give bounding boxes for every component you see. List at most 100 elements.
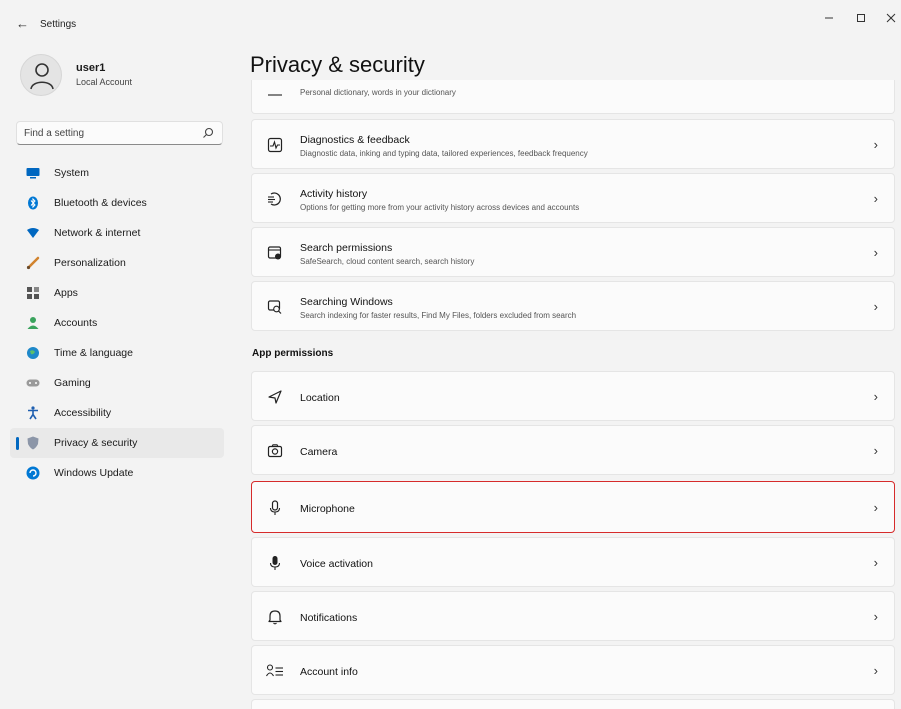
chevron-right-icon: › bbox=[873, 191, 878, 206]
card-notifications[interactable]: Notifications › bbox=[251, 591, 895, 641]
search-input[interactable]: Find a setting bbox=[16, 121, 223, 145]
card-camera[interactable]: Camera › bbox=[251, 425, 895, 475]
sidebar-item-label: Privacy & security bbox=[54, 437, 138, 449]
card-title: Activity history bbox=[300, 188, 368, 200]
globe-icon bbox=[26, 346, 40, 360]
voice-activation-icon bbox=[266, 554, 284, 572]
card-title: Searching Windows bbox=[300, 296, 393, 308]
card-search-permissions[interactable]: Search permissions SafeSearch, cloud con… bbox=[251, 227, 895, 277]
wifi-icon bbox=[26, 226, 40, 240]
chevron-right-icon: › bbox=[873, 555, 878, 570]
sidebar-item-system[interactable]: System bbox=[10, 158, 224, 188]
sidebar-item-personalization[interactable]: Personalization bbox=[10, 248, 224, 278]
searching-windows-icon bbox=[266, 298, 284, 316]
user-name: user1 bbox=[76, 62, 106, 74]
sidebar-item-apps[interactable]: Apps bbox=[10, 278, 224, 308]
chevron-right-icon: › bbox=[873, 663, 878, 678]
card-location[interactable]: Location › bbox=[251, 371, 895, 421]
sidebar-item-label: Network & internet bbox=[54, 227, 141, 239]
search-placeholder: Find a setting bbox=[24, 128, 85, 139]
card-title: Account info bbox=[300, 666, 358, 678]
sidebar-item-privacy-security[interactable]: Privacy & security bbox=[10, 428, 224, 458]
microphone-icon bbox=[266, 499, 284, 517]
avatar[interactable] bbox=[20, 54, 62, 96]
chevron-right-icon: › bbox=[873, 137, 878, 152]
location-icon bbox=[266, 388, 284, 406]
card-subtitle: Search indexing for faster results, Find… bbox=[300, 311, 577, 320]
card-title: Search permissions bbox=[300, 242, 393, 254]
card-subtitle: SafeSearch, cloud content search, search… bbox=[300, 257, 475, 266]
close-icon bbox=[886, 13, 896, 23]
account-info-icon bbox=[266, 662, 284, 680]
title-bar: ← Settings bbox=[6, 8, 901, 40]
maximize-button[interactable] bbox=[846, 12, 876, 32]
apps-icon bbox=[26, 286, 40, 300]
active-indicator bbox=[16, 437, 19, 450]
chevron-right-icon: › bbox=[873, 500, 878, 515]
sidebar-item-label: Windows Update bbox=[54, 467, 134, 479]
sidebar-item-label: Accounts bbox=[54, 317, 98, 329]
sidebar-item-network[interactable]: Network & internet bbox=[10, 218, 224, 248]
bluetooth-icon bbox=[26, 196, 40, 210]
close-button[interactable] bbox=[876, 12, 901, 32]
sidebar-item-label: Time & language bbox=[54, 347, 133, 359]
sidebar-item-label: Bluetooth & devices bbox=[54, 197, 147, 209]
sidebar-item-gaming[interactable]: Gaming bbox=[10, 368, 224, 398]
update-icon bbox=[26, 466, 40, 480]
card-account-info[interactable]: Account info › bbox=[251, 645, 895, 695]
card-activity-history[interactable]: Activity history Options for getting mor… bbox=[251, 173, 895, 223]
activity-history-icon bbox=[266, 190, 284, 208]
settings-window: ← Settings user1 Local Account Find a se… bbox=[6, 8, 901, 709]
shield-icon bbox=[26, 436, 40, 450]
chevron-right-icon: › bbox=[873, 389, 878, 404]
window-title: Settings bbox=[40, 19, 77, 30]
dictionary-icon bbox=[266, 86, 284, 104]
card-subtitle: Options for getting more from your activ… bbox=[300, 203, 580, 212]
camera-icon bbox=[266, 442, 284, 460]
section-header-app-permissions: App permissions bbox=[252, 348, 334, 359]
chevron-right-icon: › bbox=[873, 299, 878, 314]
maximize-icon bbox=[857, 14, 865, 22]
chevron-right-icon: › bbox=[873, 609, 878, 624]
sidebar: user1 Local Account Find a setting Syste… bbox=[6, 40, 231, 709]
sidebar-item-accessibility[interactable]: Accessibility bbox=[10, 398, 224, 428]
partial-card-next[interactable] bbox=[251, 699, 895, 709]
card-title: Microphone bbox=[300, 503, 355, 515]
sidebar-item-label: System bbox=[54, 167, 90, 179]
card-title: Notifications bbox=[300, 612, 358, 624]
card-subtitle: Diagnostic data, inking and typing data,… bbox=[300, 149, 588, 158]
page-title: Privacy & security bbox=[250, 52, 425, 77]
sidebar-item-label: Personalization bbox=[54, 257, 126, 269]
sidebar-nav: System Bluetooth & devices Network & int… bbox=[6, 158, 231, 488]
sidebar-item-label: Accessibility bbox=[54, 407, 112, 419]
controller-icon bbox=[26, 376, 40, 390]
search-permissions-icon bbox=[266, 244, 284, 262]
main-content: Privacy & security Personal dictionary, … bbox=[246, 40, 901, 709]
user-icon bbox=[30, 63, 54, 90]
minimize-button[interactable] bbox=[814, 12, 844, 32]
person-icon bbox=[26, 316, 40, 330]
sidebar-item-time-language[interactable]: Time & language bbox=[10, 338, 224, 368]
sidebar-item-label: Gaming bbox=[54, 377, 91, 389]
partial-card[interactable]: Personal dictionary, words in your dicti… bbox=[251, 80, 895, 114]
chevron-right-icon: › bbox=[873, 245, 878, 260]
back-arrow-icon[interactable]: ← bbox=[16, 16, 29, 31]
account-type: Local Account bbox=[76, 77, 133, 87]
accessibility-icon bbox=[26, 406, 40, 420]
brush-icon bbox=[26, 256, 40, 270]
monitor-icon bbox=[26, 166, 40, 180]
search-icon[interactable] bbox=[202, 127, 214, 139]
card-title: Diagnostics & feedback bbox=[300, 134, 410, 146]
card-subtitle: Personal dictionary, words in your dicti… bbox=[300, 88, 456, 97]
card-microphone[interactable]: Microphone › bbox=[251, 481, 895, 533]
card-title: Voice activation bbox=[300, 558, 373, 570]
card-diagnostics-feedback[interactable]: Diagnostics & feedback Diagnostic data, … bbox=[251, 119, 895, 169]
sidebar-item-accounts[interactable]: Accounts bbox=[10, 308, 224, 338]
card-title: Camera bbox=[300, 446, 338, 458]
card-title: Location bbox=[300, 392, 340, 404]
sidebar-item-bluetooth[interactable]: Bluetooth & devices bbox=[10, 188, 224, 218]
card-voice-activation[interactable]: Voice activation › bbox=[251, 537, 895, 587]
minimize-icon bbox=[825, 17, 833, 19]
sidebar-item-windows-update[interactable]: Windows Update bbox=[10, 458, 224, 488]
card-searching-windows[interactable]: Searching Windows Search indexing for fa… bbox=[251, 281, 895, 331]
